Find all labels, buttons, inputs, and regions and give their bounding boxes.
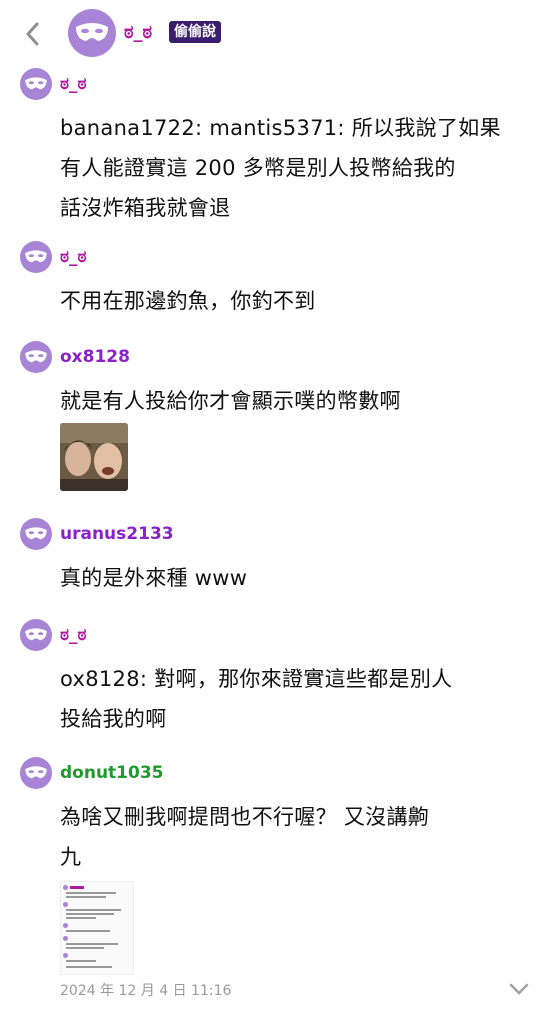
mask-icon[interactable]: [20, 341, 52, 373]
message-text: ox8128: 對啊，那你來證實這些都是別人 投給我的啊: [60, 667, 453, 731]
mask-icon[interactable]: [20, 619, 52, 651]
mask-icon[interactable]: [20, 518, 52, 550]
attached-screenshot[interactable]: [60, 881, 134, 975]
message-item: uranus2133 真的是外來種 www: [20, 518, 540, 598]
anonymous-badge: 偷偷說: [169, 21, 221, 43]
attached-image[interactable]: [60, 423, 128, 491]
message-item: donut1035 為啥又刪我啊提問也不行喔？ 又沒講齁 九: [20, 757, 540, 975]
message-username[interactable]: donut1035: [60, 763, 164, 783]
message-username[interactable]: ox8128: [60, 347, 130, 367]
mask-icon[interactable]: [20, 241, 52, 273]
mask-icon[interactable]: [20, 68, 52, 100]
message-item: ಠ_ಠ banana1722: mantis5371: 所以我說了如果 有人能證…: [20, 68, 540, 228]
message-text: 就是有人投給你才會顯示噗的幣數啊: [60, 389, 401, 413]
chevron-left-icon: [26, 22, 39, 46]
message-text: 為啥又刪我啊提問也不行喔？ 又沒講齁 九: [60, 805, 430, 869]
mask-icon[interactable]: [20, 757, 52, 789]
message-item: ಠ_ಠ 不用在那邊釣魚，你釣不到: [20, 241, 540, 321]
message-text: banana1722: mantis5371: 所以我說了如果 有人能證實這 2…: [60, 116, 501, 220]
message-item: ox8128 就是有人投給你才會顯示噗的幣數啊: [20, 341, 540, 491]
mask-icon[interactable]: [68, 9, 116, 57]
message-username[interactable]: uranus2133: [60, 524, 174, 544]
chat-header: ಠ_ಠ 偷偷說: [0, 0, 556, 66]
message-username[interactable]: ಠ_ಠ: [60, 74, 87, 94]
message-item: ಠ_ಠ ox8128: 對啊，那你來證實這些都是別人 投給我的啊: [20, 619, 540, 739]
chevron-down-icon[interactable]: [508, 980, 530, 998]
timestamp: 2024 年 12 月 4 日 11:16: [60, 983, 232, 999]
header-username[interactable]: ಠ_ಠ: [124, 22, 152, 43]
message-text: 不用在那邊釣魚，你釣不到: [60, 289, 316, 313]
message-username[interactable]: ಠ_ಠ: [60, 625, 87, 645]
message-username[interactable]: ಠ_ಠ: [60, 247, 87, 267]
message-text: 真的是外來種 www: [60, 566, 248, 590]
back-button[interactable]: [18, 20, 46, 48]
